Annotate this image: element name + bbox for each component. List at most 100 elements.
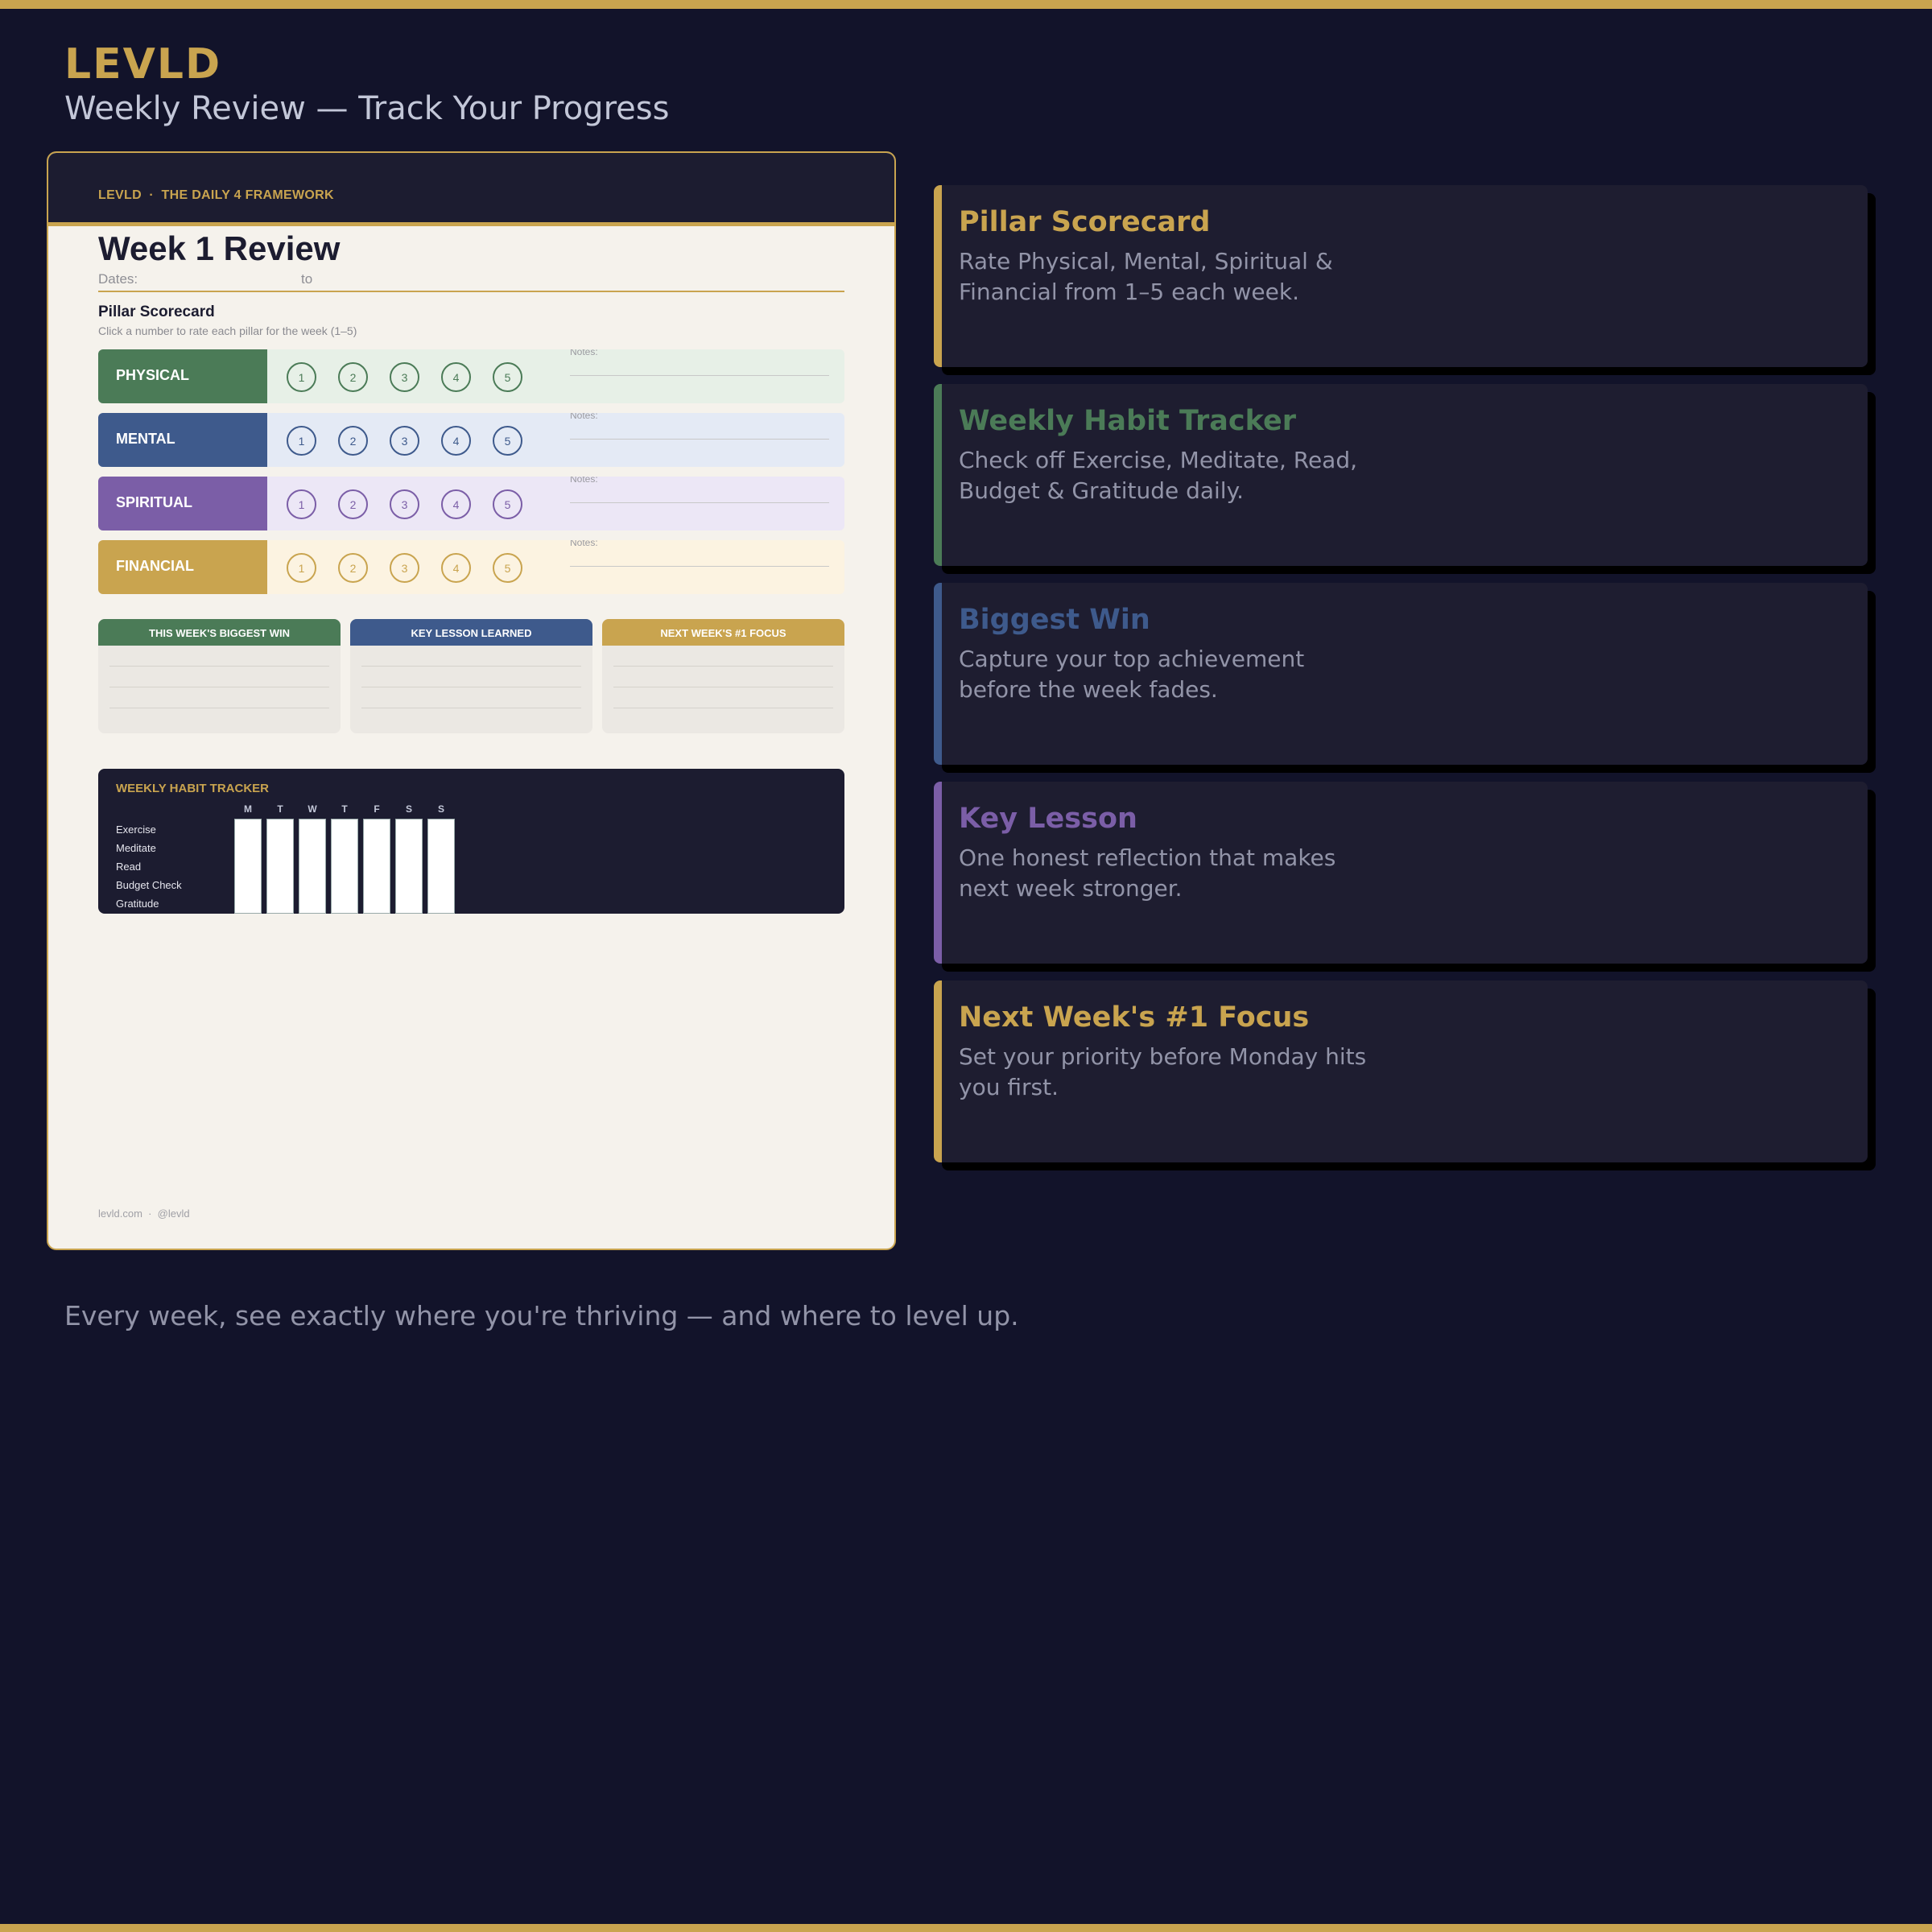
notes-field[interactable] xyxy=(570,375,829,376)
pillar-list: PHYSICAL 1 2 3 4 5 Notes: MENTAL 1 2 3 4 5 Notes: SPIR… xyxy=(98,349,844,594)
day-label: T xyxy=(277,803,283,815)
day-checkbox[interactable] xyxy=(331,819,358,914)
feature-card: Next Week's #1 Focus Set your priority be… xyxy=(934,980,1868,1162)
feature-card: Weekly Habit Tracker Check off Exercise, … xyxy=(934,384,1868,566)
rating-button-2[interactable]: 2 xyxy=(338,426,368,456)
rating-button-3[interactable]: 3 xyxy=(390,489,419,519)
pillar-row-financial: FINANCIAL 1 2 3 4 5 Notes: xyxy=(98,540,844,594)
day-label: M xyxy=(244,803,252,815)
writing-line xyxy=(613,666,833,667)
brand-logo: LEVLD xyxy=(64,40,222,89)
day-column: T xyxy=(331,803,358,914)
habit-label: Exercise xyxy=(116,824,156,836)
habit-label: Meditate xyxy=(116,842,156,854)
reflection-box-title: KEY LESSON LEARNED xyxy=(350,619,592,646)
reflection-box-title: THIS WEEK'S BIGGEST WIN xyxy=(98,619,341,646)
day-checkbox[interactable] xyxy=(299,819,326,914)
feature-card-description: Set your priority before Monday hits you… xyxy=(959,1043,1367,1100)
rating-button-3[interactable]: 3 xyxy=(390,553,419,583)
habit-label: Read xyxy=(116,861,142,873)
day-checkbox[interactable] xyxy=(395,819,423,914)
feature-card-title: Key Lesson xyxy=(959,803,1137,835)
feature-card: Key Lesson One honest reflection that mak… xyxy=(934,782,1868,964)
rating-button-4[interactable]: 4 xyxy=(441,362,471,392)
reflection-box: KEY LESSON LEARNED xyxy=(350,619,592,733)
rating-button-5[interactable]: 5 xyxy=(493,553,522,583)
day-column: S xyxy=(395,803,423,914)
day-checkbox[interactable] xyxy=(427,819,455,914)
feature-card-description: Capture your top achievement before the … xyxy=(959,646,1305,703)
feature-card-accent xyxy=(934,185,942,367)
rating-button-2[interactable]: 2 xyxy=(338,553,368,583)
rating-button-4[interactable]: 4 xyxy=(441,553,471,583)
rating-button-3[interactable]: 3 xyxy=(390,362,419,392)
notes-label: Notes: xyxy=(570,413,598,421)
reflection-box-input[interactable] xyxy=(350,666,592,708)
notes-label: Notes: xyxy=(570,477,598,485)
bottom-accent-bar xyxy=(0,1924,1932,1932)
day-label: F xyxy=(374,803,380,815)
reflection-box-input[interactable] xyxy=(602,666,844,708)
rating-button-1[interactable]: 1 xyxy=(287,362,316,392)
weekly-review-document: LEVLD · THE DAILY 4 FRAMEWORK Week 1 Rev… xyxy=(47,151,896,1250)
day-label: S xyxy=(405,803,412,815)
rating-button-1[interactable]: 1 xyxy=(287,489,316,519)
feature-card-description: Rate Physical, Mental, Spiritual & Finan… xyxy=(959,248,1333,305)
document-header: LEVLD · THE DAILY 4 FRAMEWORK xyxy=(48,153,894,226)
day-checkbox[interactable] xyxy=(363,819,390,914)
feature-card-title: Pillar Scorecard xyxy=(959,206,1211,238)
day-column: T xyxy=(266,803,294,914)
day-label: T xyxy=(341,803,348,815)
habit-tracker-title: WEEKLY HABIT TRACKER xyxy=(116,782,270,795)
habit-tracker: WEEKLY HABIT TRACKER Exercise Meditate Rea… xyxy=(98,769,844,914)
pillar-label: PHYSICAL xyxy=(98,349,267,403)
feature-card-title: Next Week's #1 Focus xyxy=(959,1001,1310,1034)
tagline: Every week, see exactly where you're thr… xyxy=(64,1300,1019,1331)
day-label: S xyxy=(437,803,444,815)
dates-label: Dates: xyxy=(98,271,138,287)
notes-field[interactable] xyxy=(570,566,829,567)
rating-button-4[interactable]: 4 xyxy=(441,426,471,456)
feature-card-description: One honest reflection that makes next we… xyxy=(959,844,1336,902)
dates-to-label: to xyxy=(301,271,313,287)
dates-row[interactable]: Dates: to xyxy=(98,268,844,292)
pillar-label: MENTAL xyxy=(98,413,267,467)
rating-button-2[interactable]: 2 xyxy=(338,362,368,392)
rating-button-1[interactable]: 1 xyxy=(287,553,316,583)
day-column: S xyxy=(427,803,455,914)
scorecard-subtitle: Click a number to rate each pillar for t… xyxy=(98,324,357,337)
rating-button-5[interactable]: 5 xyxy=(493,426,522,456)
rating-button-2[interactable]: 2 xyxy=(338,489,368,519)
day-column: W xyxy=(299,803,326,914)
week-title: Week 1 Review xyxy=(98,229,341,267)
reflection-boxes: THIS WEEK'S BIGGEST WIN KEY LESSON LEARNE… xyxy=(98,619,844,733)
rating-button-4[interactable]: 4 xyxy=(441,489,471,519)
pillar-row-mental: MENTAL 1 2 3 4 5 Notes: xyxy=(98,413,844,467)
day-checkbox[interactable] xyxy=(234,819,262,914)
rating-button-5[interactable]: 5 xyxy=(493,489,522,519)
reflection-box-title: NEXT WEEK'S #1 FOCUS xyxy=(602,619,844,646)
habit-list: Exercise Meditate Read Budget Check Gratitud… xyxy=(116,824,182,916)
feature-card-accent xyxy=(934,980,942,1162)
feature-card: Biggest Win Capture your top achievement … xyxy=(934,583,1868,765)
rating-button-5[interactable]: 5 xyxy=(493,362,522,392)
day-column: M xyxy=(234,803,262,914)
document-footer: levld.com · @levld xyxy=(98,1208,190,1220)
notes-label: Notes: xyxy=(570,349,598,357)
rating-group: 12345 xyxy=(287,553,544,583)
document-header-text: LEVLD · THE DAILY 4 FRAMEWORK xyxy=(98,188,334,202)
habit-days: MTWTFSS xyxy=(234,803,460,914)
top-accent-bar xyxy=(0,0,1932,9)
rating-button-1[interactable]: 1 xyxy=(287,426,316,456)
reflection-box: NEXT WEEK'S #1 FOCUS xyxy=(602,619,844,733)
writing-line xyxy=(109,666,329,667)
notes-field[interactable] xyxy=(570,502,829,503)
rating-group: 12345 xyxy=(287,362,544,392)
feature-card-description: Check off Exercise, Meditate, Read, Budg… xyxy=(959,447,1358,504)
notes-field[interactable] xyxy=(570,439,829,440)
reflection-box-input[interactable] xyxy=(98,666,341,708)
day-checkbox[interactable] xyxy=(266,819,294,914)
pillar-label: SPIRITUAL xyxy=(98,477,267,530)
pillar-row-physical: PHYSICAL 1 2 3 4 5 Notes: xyxy=(98,349,844,403)
rating-button-3[interactable]: 3 xyxy=(390,426,419,456)
